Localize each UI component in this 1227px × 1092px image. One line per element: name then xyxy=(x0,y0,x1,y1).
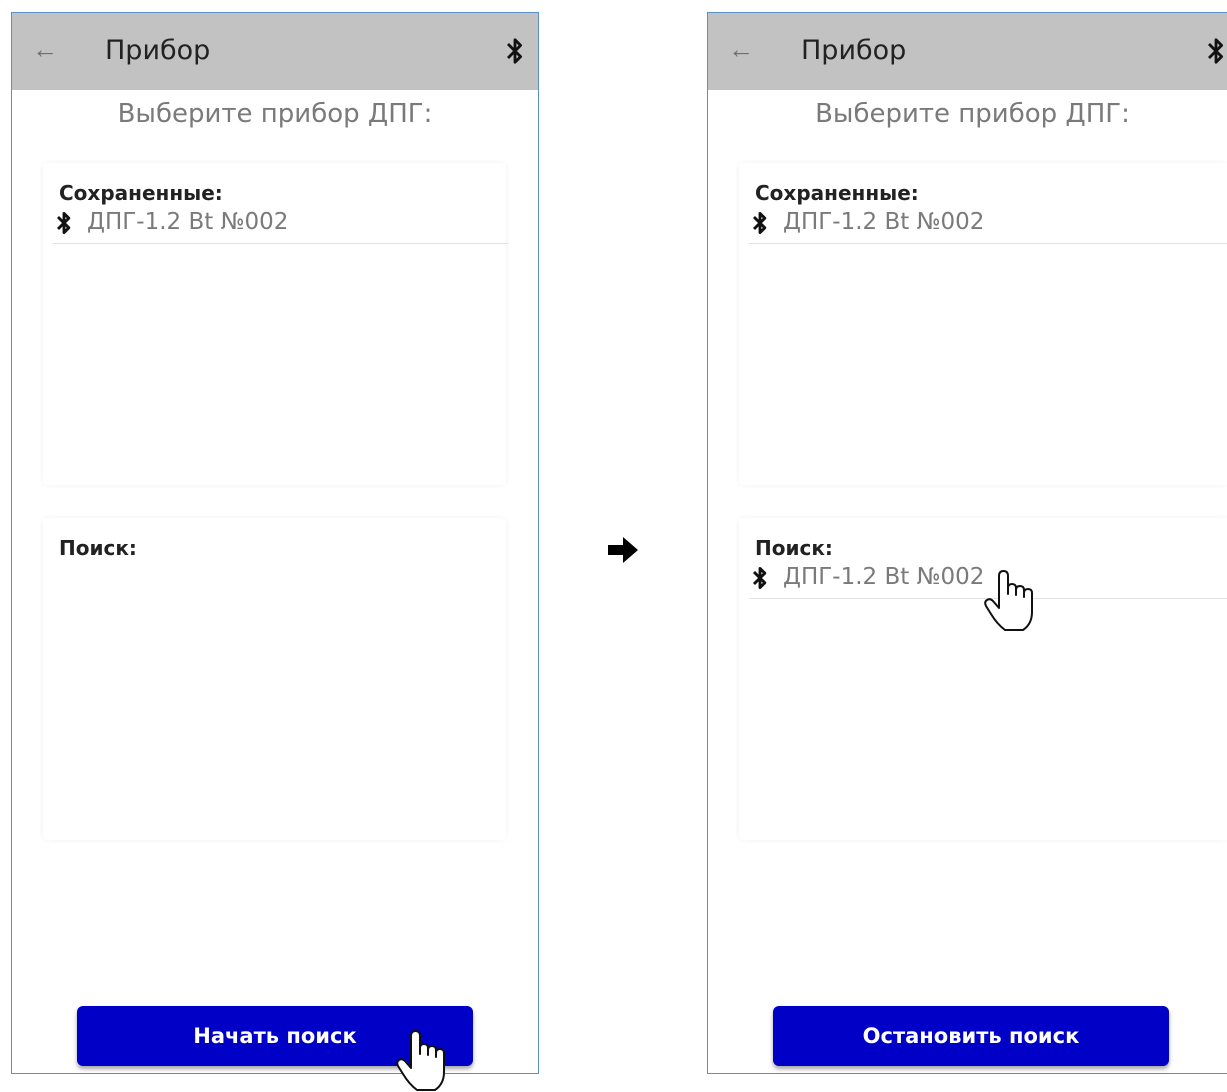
search-results-panel: Поиск: ДПГ-1.2 Bt №002 xyxy=(739,518,1227,840)
app-bar: ← Прибор xyxy=(12,13,538,90)
search-results-panel: Поиск: xyxy=(43,518,506,840)
saved-devices-panel: Сохраненные: ДПГ-1.2 Bt №002 xyxy=(43,163,508,485)
bluetooth-icon xyxy=(752,211,767,235)
bluetooth-icon xyxy=(56,211,71,235)
bluetooth-icon xyxy=(752,566,767,590)
page-heading: Выберите прибор ДПГ: xyxy=(815,99,1130,129)
appbar-title: Прибор xyxy=(105,35,211,66)
screen-during-search: ← Прибор Выберите прибор ДПГ: Сохраненны… xyxy=(707,12,1227,1074)
page-heading: Выберите прибор ДПГ: xyxy=(117,99,433,129)
saved-device-item[interactable]: ДПГ-1.2 Bt №002 xyxy=(53,207,508,244)
app-bar: ← Прибор xyxy=(708,13,1227,90)
hand-pointer-icon xyxy=(984,570,1033,631)
saved-label: Сохраненные: xyxy=(59,181,223,205)
arrow-left-icon[interactable]: ← xyxy=(726,34,756,64)
device-name: ДПГ-1.2 Bt №002 xyxy=(87,209,289,235)
screen-before-search: ← Прибор Выберите прибор ДПГ: Сохраненны… xyxy=(11,12,539,1074)
hand-pointer-icon xyxy=(396,1030,445,1091)
saved-devices-panel: Сохраненные: ДПГ-1.2 Bt №002 xyxy=(739,163,1227,485)
bluetooth-icon[interactable] xyxy=(506,37,524,65)
search-label: Поиск: xyxy=(755,536,833,560)
arrow-left-icon[interactable]: ← xyxy=(30,34,60,64)
saved-device-item[interactable]: ДПГ-1.2 Bt №002 xyxy=(749,207,1227,244)
saved-label: Сохраненные: xyxy=(755,181,919,205)
appbar-title: Прибор xyxy=(801,35,907,66)
bluetooth-icon[interactable] xyxy=(1207,37,1225,65)
device-name: ДПГ-1.2 Bt №002 xyxy=(783,209,985,235)
stop-search-button[interactable]: Остановить поиск xyxy=(773,1006,1169,1066)
search-label: Поиск: xyxy=(59,536,137,560)
arrow-right-icon xyxy=(608,537,638,563)
device-name: ДПГ-1.2 Bt №002 xyxy=(783,564,985,590)
